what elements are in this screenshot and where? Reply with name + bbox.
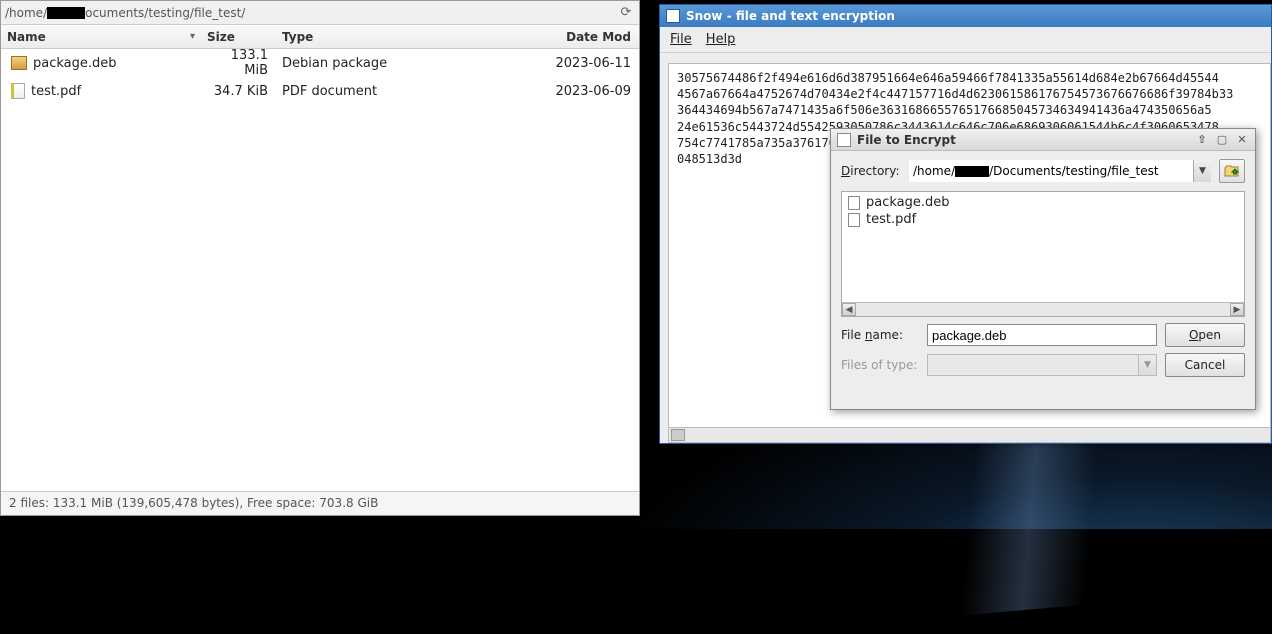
chevron-down-icon: ▼ (1138, 355, 1156, 375)
file-size: 133.1 MiB (201, 49, 276, 78)
window-title: Snow - file and text encryption (686, 9, 895, 23)
file-chooser-dialog: File to Encrypt ⇧ ▢ ✕ Directory: /home//… (830, 128, 1256, 410)
package-icon (11, 56, 27, 70)
file-picker-list[interactable]: package.deb test.pdf ◀ ▶ (841, 191, 1245, 317)
file-list[interactable]: package.deb 133.1 MiB Debian package 202… (1, 49, 639, 489)
file-date: 2023-06-11 (486, 56, 639, 71)
cancel-button[interactable]: Cancel (1165, 353, 1245, 377)
file-type: PDF document (276, 84, 486, 99)
file-size: 34.7 KiB (201, 84, 276, 99)
file-manager-window: /home/ocuments/testing/file_test/ ⟳ Name… (0, 0, 640, 516)
refresh-icon[interactable]: ⟳ (617, 4, 635, 22)
document-icon (11, 83, 25, 99)
snow-titlebar[interactable]: Snow - file and text encryption (660, 5, 1271, 27)
maximize-icon[interactable]: ▢ (1215, 133, 1229, 147)
menu-bar: File Help (660, 27, 1271, 53)
minimize-icon[interactable]: ⇧ (1195, 133, 1209, 147)
column-size[interactable]: Size (201, 30, 276, 44)
filename-label: File name: (841, 328, 919, 342)
horizontal-scrollbar[interactable] (668, 427, 1271, 443)
column-type[interactable]: Type (276, 30, 486, 44)
menu-help[interactable]: Help (706, 32, 736, 47)
directory-label: Directory: (841, 164, 901, 178)
sort-indicator-icon: ▾ (190, 31, 201, 42)
scroll-right-icon[interactable]: ▶ (1230, 303, 1244, 316)
file-name: test.pdf (31, 84, 81, 99)
list-item[interactable]: package.deb (844, 194, 1242, 211)
column-date[interactable]: Date Mod (486, 30, 639, 44)
file-row[interactable]: test.pdf 34.7 KiB PDF document 2023-06-0… (1, 77, 639, 105)
file-date: 2023-06-09 (486, 84, 639, 99)
directory-combo[interactable]: /home//Documents/testing/file_test ▼ (909, 160, 1211, 182)
scrollbar-thumb[interactable] (671, 429, 685, 441)
dialog-titlebar[interactable]: File to Encrypt ⇧ ▢ ✕ (831, 129, 1255, 151)
file-type: Debian package (276, 56, 486, 71)
filename-input[interactable] (927, 324, 1157, 346)
status-bar: 2 files: 133.1 MiB (139,605,478 bytes), … (1, 491, 639, 515)
path-text: /home/ocuments/testing/file_test/ (5, 6, 617, 20)
path-bar[interactable]: /home/ocuments/testing/file_test/ ⟳ (1, 1, 639, 25)
column-headers: Name ▾ Size Type Date Mod (1, 25, 639, 49)
dialog-icon (837, 133, 851, 147)
filetype-label: Files of type: (841, 358, 919, 372)
file-icon (848, 196, 860, 210)
dialog-title: File to Encrypt (857, 133, 956, 147)
app-icon (666, 9, 680, 23)
list-item[interactable]: test.pdf (844, 211, 1242, 228)
close-icon[interactable]: ✕ (1235, 133, 1249, 147)
open-button[interactable]: Open (1165, 323, 1245, 347)
list-scrollbar[interactable]: ◀ ▶ (842, 302, 1244, 316)
file-icon (848, 213, 860, 227)
folder-up-icon (1224, 163, 1240, 179)
scroll-left-icon[interactable]: ◀ (842, 303, 856, 316)
file-row[interactable]: package.deb 133.1 MiB Debian package 202… (1, 49, 639, 77)
filetype-combo: ▼ (927, 354, 1157, 376)
file-name: package.deb (33, 56, 117, 71)
menu-file[interactable]: File (670, 32, 692, 47)
column-name[interactable]: Name ▾ (1, 30, 201, 44)
chevron-down-icon[interactable]: ▼ (1193, 160, 1211, 182)
go-up-button[interactable] (1219, 159, 1245, 183)
